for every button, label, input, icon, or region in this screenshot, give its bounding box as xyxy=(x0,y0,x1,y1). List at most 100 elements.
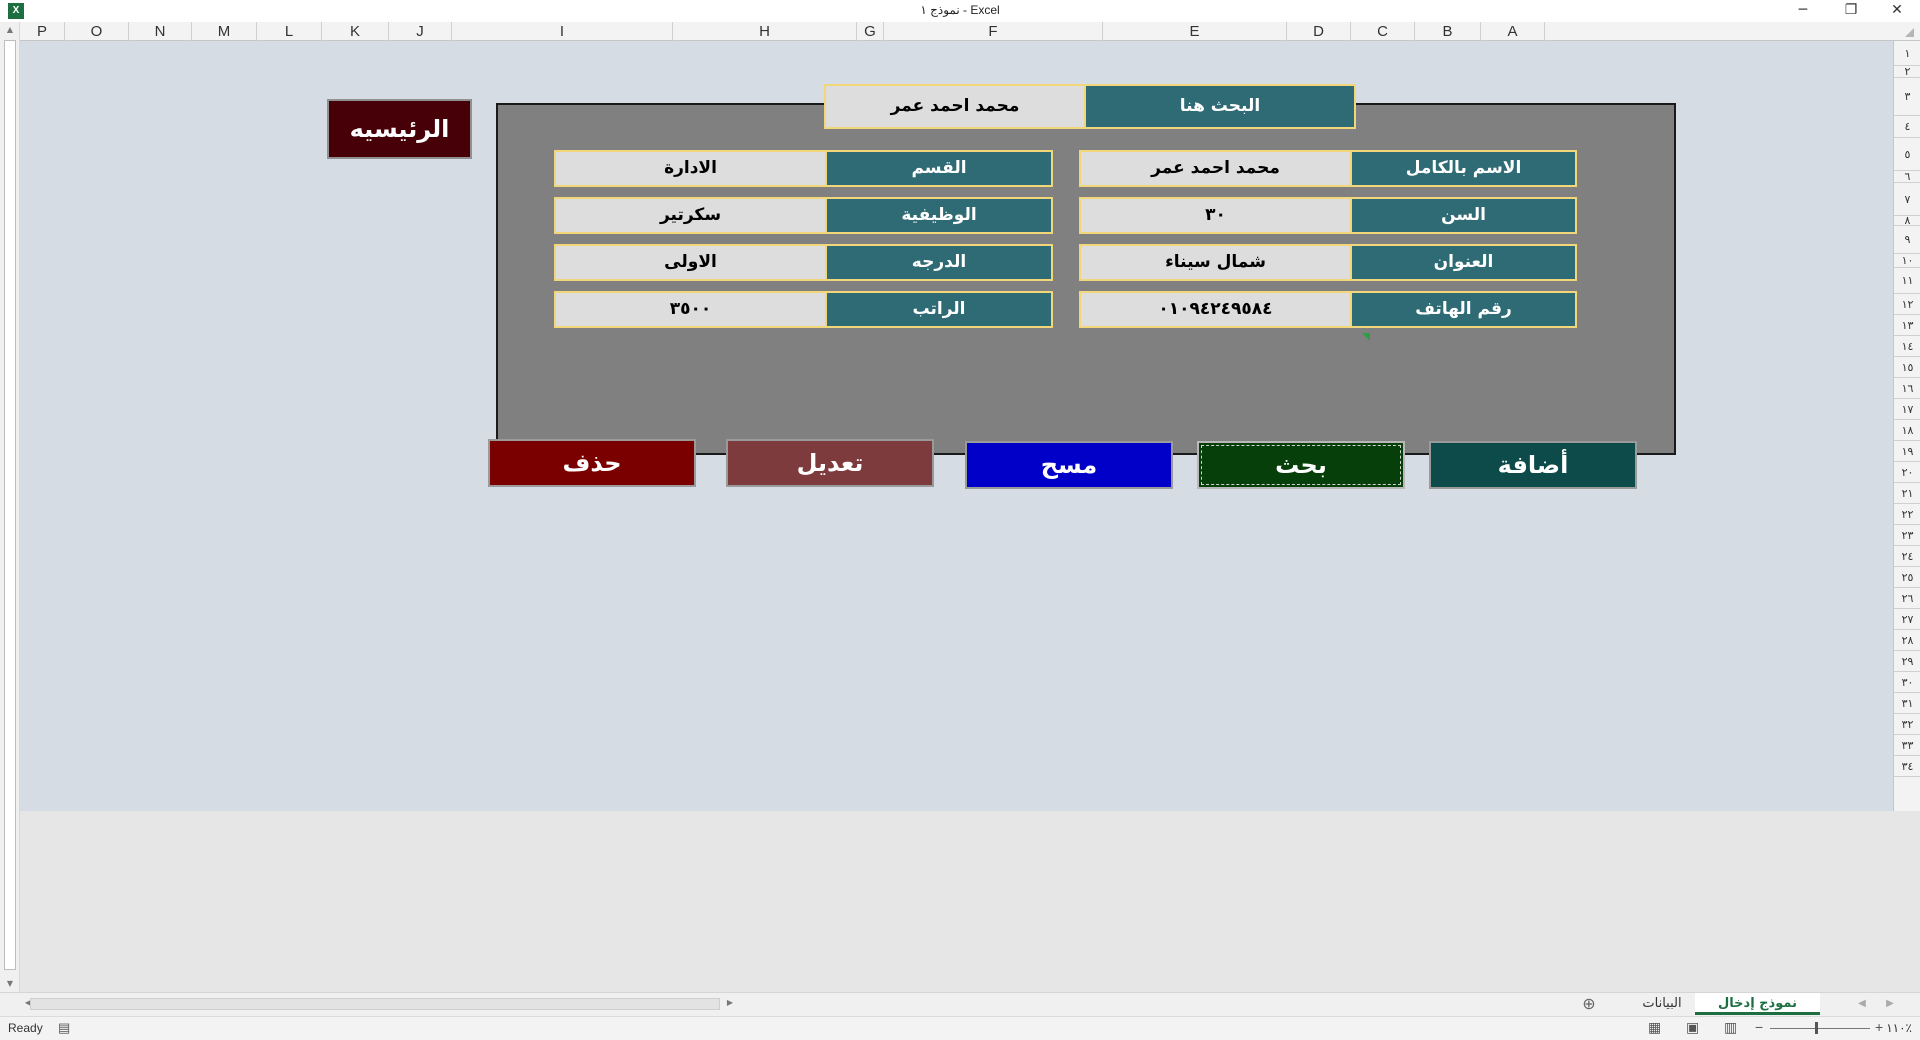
home-button[interactable]: الرئيسيه xyxy=(327,99,472,159)
row-header-14[interactable]: ١٤ xyxy=(1894,336,1920,357)
salary-label: الراتب xyxy=(825,291,1053,328)
row-header-1[interactable]: ١ xyxy=(1894,41,1920,66)
department-field[interactable]: الادارة xyxy=(554,150,827,187)
row-header-8[interactable]: ٨ xyxy=(1894,216,1920,226)
row-header: ١ ٢ ٣ ٤ ٥ ٦ ٧ ٨ ٩ ١٠ ١١ ١٢ ١٣ ١٤ ١٥ ١٦ ١٧ ١٨ ١٩ ٢٠ ٢١ ٢٢ ٢٣ ٢٤ ٢… xyxy=(1893,41,1920,811)
column-header-l[interactable]: L xyxy=(257,22,322,41)
row-header-22[interactable]: ٢٢ xyxy=(1894,504,1920,525)
row-header-34[interactable]: ٣٤ xyxy=(1894,756,1920,777)
scroll-right-icon[interactable]: ▶ xyxy=(724,997,736,1009)
tab-data-sheet[interactable]: البيانات xyxy=(1632,993,1692,1015)
column-header-m[interactable]: M xyxy=(192,22,257,41)
vertical-scrollbar[interactable]: ▲ ▼ xyxy=(0,22,20,992)
tab-data-entry-form[interactable]: نموذج إدخال البيانات xyxy=(1695,993,1820,1033)
age-field[interactable]: ٣٠ xyxy=(1079,197,1352,234)
tab-scroll-left-icon[interactable]: ◀ xyxy=(1852,993,1872,1015)
column-header-d[interactable]: D xyxy=(1287,22,1351,41)
zoom-slider-thumb[interactable] xyxy=(1815,1022,1818,1034)
row-header-9[interactable]: ٩ xyxy=(1894,226,1920,254)
row-header-27[interactable]: ٢٧ xyxy=(1894,609,1920,630)
row-header-13[interactable]: ١٣ xyxy=(1894,315,1920,336)
page-layout-view-icon[interactable]: ▣ xyxy=(1686,1019,1699,1036)
row-header-18[interactable]: ١٨ xyxy=(1894,420,1920,441)
delete-button[interactable]: حذف xyxy=(488,439,696,487)
row-header-30[interactable]: ٣٠ xyxy=(1894,672,1920,693)
row-header-28[interactable]: ٢٨ xyxy=(1894,630,1920,651)
scroll-up-icon[interactable]: ▲ xyxy=(4,24,16,36)
worksheet-area[interactable]: الرئيسيه البحث هنا محمد احمد عمر الاسم ب… xyxy=(20,41,1893,811)
select-all-corner[interactable] xyxy=(1893,22,1920,41)
excel-window: X نموذج ١ - Excel ─ ❐ ✕ ▲ ▼ PONMLKJIHGFE… xyxy=(0,0,1920,1040)
search-field[interactable]: محمد احمد عمر xyxy=(824,84,1086,129)
zoom-out-icon[interactable]: − xyxy=(1755,1019,1763,1035)
macro-recording-icon[interactable]: ▤ xyxy=(58,1020,70,1036)
address-field[interactable]: شمال سيناء xyxy=(1079,244,1352,281)
cell-error-indicator-icon xyxy=(1362,333,1370,341)
row-header-25[interactable]: ٢٥ xyxy=(1894,567,1920,588)
column-header-o[interactable]: O xyxy=(65,22,129,41)
row-header-32[interactable]: ٣٢ xyxy=(1894,714,1920,735)
search-button[interactable]: بحث xyxy=(1197,441,1405,489)
row-header-4[interactable]: ٤ xyxy=(1894,116,1920,138)
row-header-3[interactable]: ٣ xyxy=(1894,78,1920,116)
column-header-j[interactable]: J xyxy=(389,22,452,41)
column-header-n[interactable]: N xyxy=(129,22,192,41)
row-header-7[interactable]: ٧ xyxy=(1894,183,1920,216)
horizontal-scroll-thumb[interactable] xyxy=(30,998,720,1010)
row-header-11[interactable]: ١١ xyxy=(1894,268,1920,294)
add-sheet-icon[interactable]: ⊕ xyxy=(1577,993,1601,1015)
column-header-b[interactable]: B xyxy=(1415,22,1481,41)
zoom-in-icon[interactable]: + xyxy=(1875,1019,1883,1035)
select-all-icon[interactable] xyxy=(1905,28,1914,37)
edit-button[interactable]: تعديل xyxy=(726,439,934,487)
row-header-21[interactable]: ٢١ xyxy=(1894,483,1920,504)
job-label: الوظيفية xyxy=(825,197,1053,234)
row-header-2[interactable]: ٢ xyxy=(1894,66,1920,78)
zoom-level[interactable]: ١١٠٪ xyxy=(1886,1021,1912,1035)
tab-scroll-right-icon[interactable]: ▶ xyxy=(1880,993,1900,1015)
row-header-26[interactable]: ٢٦ xyxy=(1894,588,1920,609)
row-header-15[interactable]: ١٥ xyxy=(1894,357,1920,378)
row-header-23[interactable]: ٢٣ xyxy=(1894,525,1920,546)
restore-button[interactable]: ❐ xyxy=(1828,0,1874,22)
row-header-17[interactable]: ١٧ xyxy=(1894,399,1920,420)
scroll-down-icon[interactable]: ▼ xyxy=(4,978,16,990)
full-name-label: الاسم بالكامل xyxy=(1350,150,1577,187)
row-header-24[interactable]: ٢٤ xyxy=(1894,546,1920,567)
row-header-5[interactable]: ٥ xyxy=(1894,138,1920,171)
close-button[interactable]: ✕ xyxy=(1874,0,1920,22)
worksheet-empty-area[interactable] xyxy=(20,811,1893,992)
zoom-slider[interactable] xyxy=(1770,1028,1870,1029)
sheet-tabs-bar: ◀ ▶ ⊕ البيانات نموذج إدخال البيانات ◀ ▶ xyxy=(0,992,1920,1033)
row-header-6[interactable]: ٦ xyxy=(1894,171,1920,183)
column-header-g[interactable]: G xyxy=(857,22,884,41)
column-header-c[interactable]: C xyxy=(1351,22,1415,41)
normal-view-icon[interactable]: ▦ xyxy=(1648,1019,1661,1036)
column-header-p[interactable]: P xyxy=(20,22,65,41)
row-header-33[interactable]: ٣٣ xyxy=(1894,735,1920,756)
salary-field[interactable]: ٣٥٠٠ xyxy=(554,291,827,328)
row-header-12[interactable]: ١٢ xyxy=(1894,294,1920,315)
row-header-29[interactable]: ٢٩ xyxy=(1894,651,1920,672)
column-header-f[interactable]: F xyxy=(884,22,1103,41)
row-header-10[interactable]: ١٠ xyxy=(1894,254,1920,268)
add-button[interactable]: أضافة xyxy=(1429,441,1637,489)
row-header-20[interactable]: ٢٠ xyxy=(1894,462,1920,483)
job-field[interactable]: سكرتير xyxy=(554,197,827,234)
minimize-button[interactable]: ─ xyxy=(1780,0,1826,22)
column-header-e[interactable]: E xyxy=(1103,22,1287,41)
row-header-16[interactable]: ١٦ xyxy=(1894,378,1920,399)
vertical-scroll-thumb[interactable] xyxy=(4,40,16,970)
phone-label: رقم الهاتف xyxy=(1350,291,1577,328)
clear-button[interactable]: مسح xyxy=(965,441,1173,489)
column-header-h[interactable]: H xyxy=(673,22,857,41)
phone-field[interactable]: ٠١٠٩٤٢٤٩٥٨٤ xyxy=(1079,291,1352,328)
column-header-a[interactable]: A xyxy=(1481,22,1545,41)
column-header-k[interactable]: K xyxy=(322,22,389,41)
row-header-31[interactable]: ٣١ xyxy=(1894,693,1920,714)
row-header-19[interactable]: ١٩ xyxy=(1894,441,1920,462)
grade-field[interactable]: الاولى xyxy=(554,244,827,281)
column-header-i[interactable]: I xyxy=(452,22,673,41)
page-break-preview-icon[interactable]: ▥ xyxy=(1724,1019,1737,1036)
full-name-field[interactable]: محمد احمد عمر xyxy=(1079,150,1352,187)
